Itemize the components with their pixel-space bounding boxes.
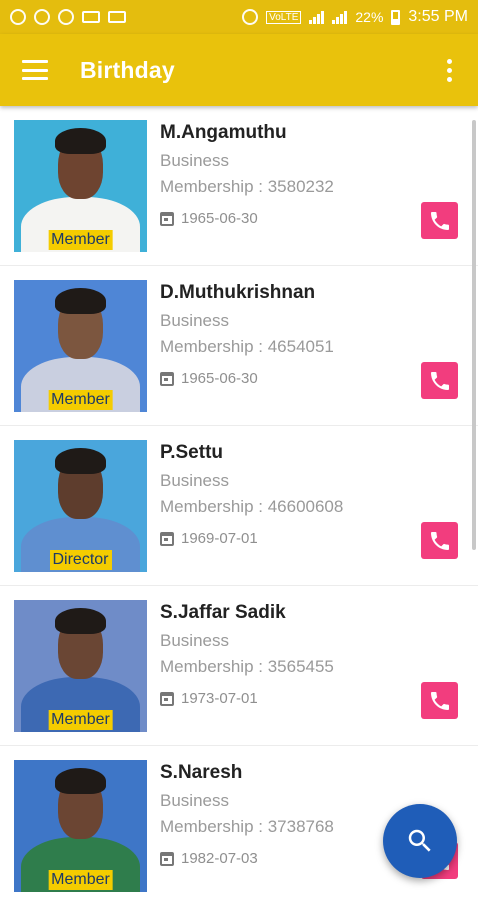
notification-icons <box>10 9 126 25</box>
role-badge: Member <box>48 870 113 890</box>
notification-icon <box>10 9 26 25</box>
membership-number: Membership : 3580232 <box>160 177 334 196</box>
status-bar: VoLTE 22% 3:55 PM <box>0 0 478 34</box>
alarm-icon <box>242 9 259 25</box>
call-button[interactable] <box>421 522 458 559</box>
birth-date-text: 1969-07-01 <box>181 530 258 547</box>
phone-icon <box>430 691 449 710</box>
role-badge: Member <box>48 390 113 410</box>
more-vert-icon[interactable] <box>443 55 456 86</box>
member-list: Member M.Angamuthu Business Membership :… <box>0 106 478 900</box>
notification-icon <box>108 11 126 23</box>
birth-date: 1969-07-01 <box>160 530 258 547</box>
member-name: M.Angamuthu <box>160 122 287 143</box>
battery-percent: 22% <box>355 9 384 25</box>
signal-icon <box>332 10 348 24</box>
volte-label: VoLTE <box>266 10 302 24</box>
member-photo: Member <box>14 120 147 252</box>
member-name: S.Jaffar Sadik <box>160 602 286 623</box>
menu-icon[interactable] <box>22 60 48 80</box>
list-item[interactable]: Member S.Jaffar Sadik Business Membershi… <box>0 586 478 746</box>
system-icons: VoLTE 22% 3:55 PM <box>242 8 468 26</box>
role-badge: Director <box>49 550 112 570</box>
call-button[interactable] <box>421 682 458 719</box>
notification-icon <box>82 11 100 23</box>
member-occupation: Business <box>160 311 229 330</box>
birth-date: 1965-06-30 <box>160 370 258 387</box>
signal-icon <box>309 10 325 24</box>
scrollbar[interactable] <box>472 120 476 550</box>
member-occupation: Business <box>160 151 229 170</box>
birth-date: 1965-06-30 <box>160 210 258 227</box>
member-name: S.Naresh <box>160 762 243 783</box>
phone-icon <box>430 531 449 550</box>
phone-icon <box>430 371 449 390</box>
member-occupation: Business <box>160 471 229 490</box>
page-title: Birthday <box>80 56 175 83</box>
membership-number: Membership : 4654051 <box>160 337 334 356</box>
birth-date-text: 1965-06-30 <box>181 210 258 227</box>
calendar-icon <box>160 691 174 706</box>
membership-number: Membership : 3565455 <box>160 657 334 676</box>
call-button[interactable] <box>421 202 458 239</box>
calendar-icon <box>160 531 174 546</box>
search-icon <box>408 829 431 852</box>
birth-date-text: 1982-07-03 <box>181 850 258 867</box>
calendar-icon <box>160 211 174 226</box>
role-badge: Member <box>48 230 113 250</box>
app-bar: Birthday <box>0 34 478 106</box>
calendar-icon <box>160 371 174 386</box>
battery-icon <box>391 9 401 25</box>
member-photo: Member <box>14 760 147 892</box>
member-occupation: Business <box>160 631 229 650</box>
list-item[interactable]: Director P.Settu Business Membership : 4… <box>0 426 478 586</box>
birth-date-text: 1965-06-30 <box>181 370 258 387</box>
member-name: P.Settu <box>160 442 224 463</box>
search-button[interactable] <box>383 804 457 878</box>
birth-date: 1982-07-03 <box>160 850 258 867</box>
member-photo: Member <box>14 280 147 412</box>
phone-icon <box>430 211 449 230</box>
list-item[interactable]: Member D.Muthukrishnan Business Membersh… <box>0 266 478 426</box>
member-photo: Member <box>14 600 147 732</box>
membership-number: Membership : 46600608 <box>160 497 344 516</box>
birth-date: 1973-07-01 <box>160 690 258 707</box>
clock: 3:55 PM <box>408 8 468 25</box>
member-name: D.Muthukrishnan <box>160 282 316 303</box>
list-item[interactable]: Member M.Angamuthu Business Membership :… <box>0 106 478 266</box>
birth-date-text: 1973-07-01 <box>181 690 258 707</box>
call-button[interactable] <box>421 362 458 399</box>
member-photo: Director <box>14 440 147 572</box>
notification-icon <box>58 9 74 25</box>
calendar-icon <box>160 851 174 866</box>
role-badge: Member <box>48 710 113 730</box>
notification-icon <box>34 9 50 25</box>
